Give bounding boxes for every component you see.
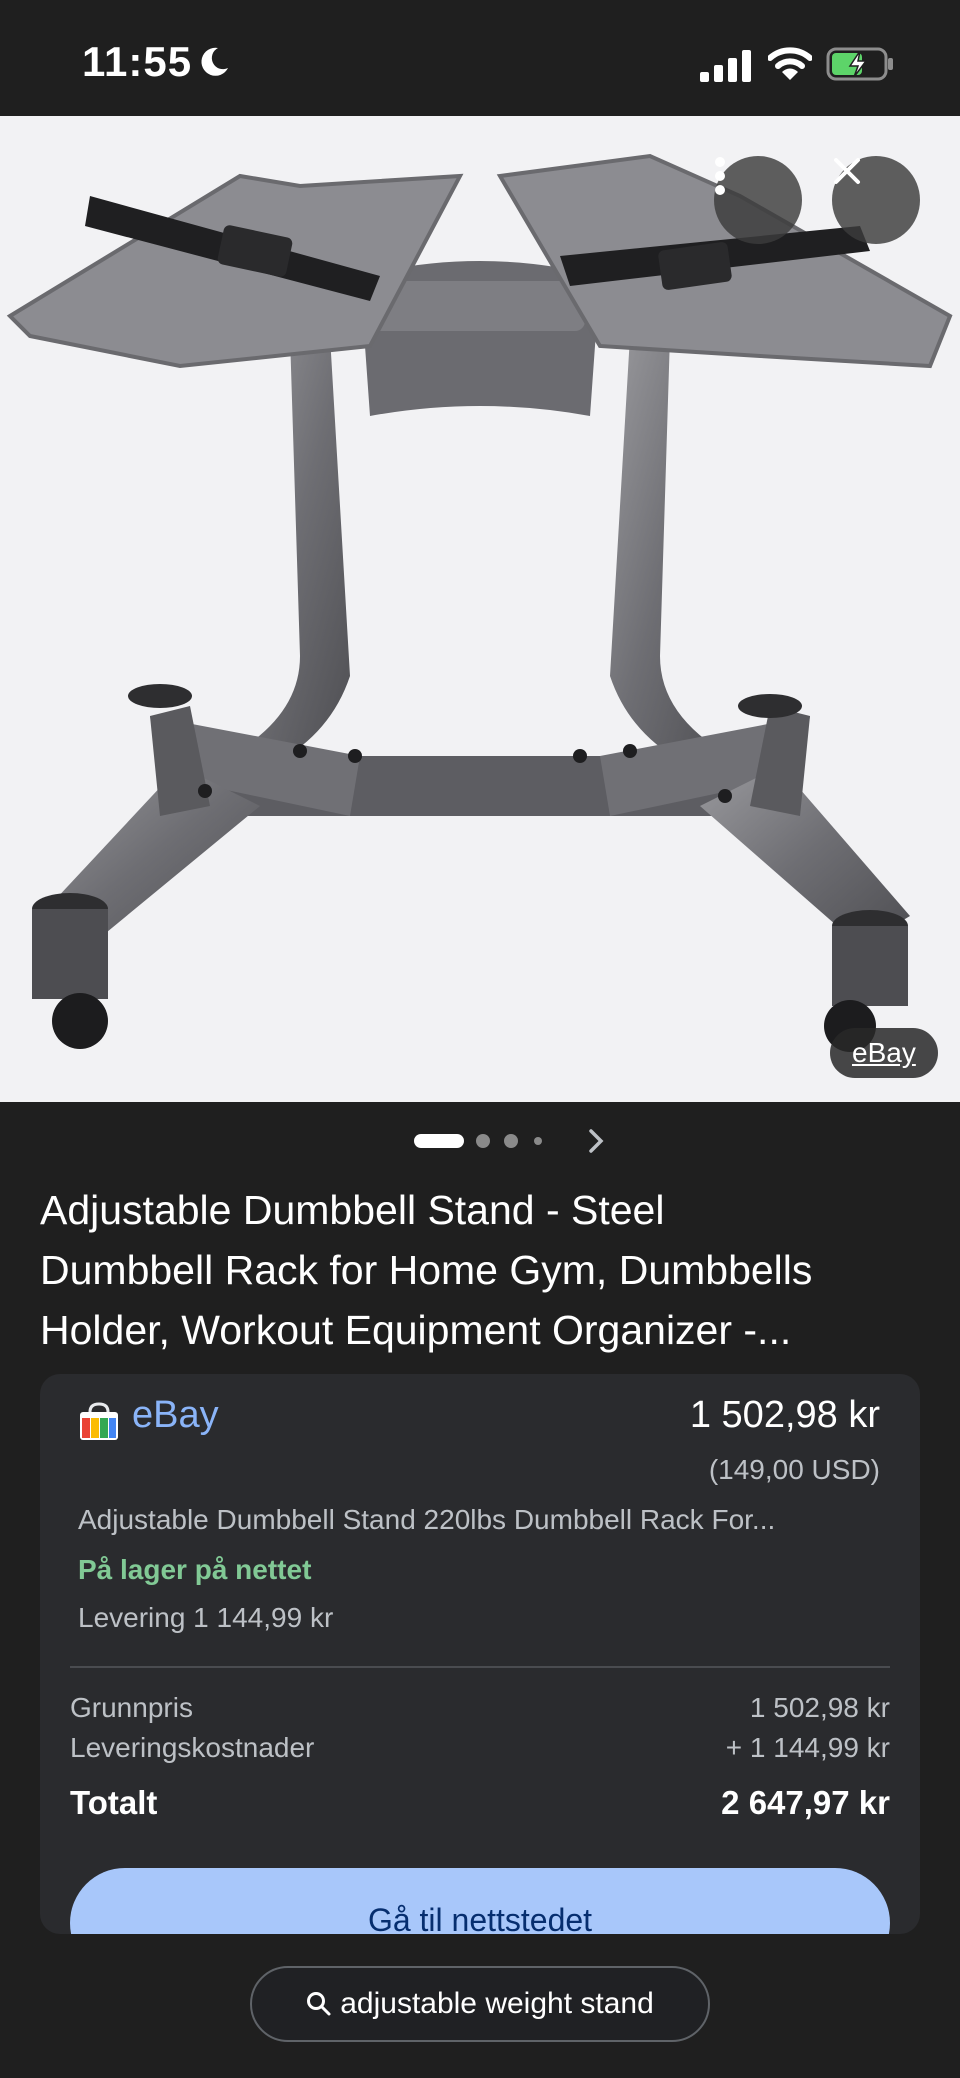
search-query-text: adjustable weight stand xyxy=(340,1987,654,2020)
shipping-cost-value: + 1 144,99 kr xyxy=(725,1732,890,1763)
wifi-icon xyxy=(768,47,812,80)
stock-status: På lager på nettet xyxy=(78,1554,312,1585)
total-label: Totalt xyxy=(70,1784,158,1821)
go-to-site-button[interactable]: Gå til nettstedet xyxy=(70,1868,890,1934)
delivery-cost: Levering 1 144,99 kr xyxy=(78,1602,334,1633)
cellular-signal-icon xyxy=(700,50,751,82)
offer-description: Adjustable Dumbbell Stand 220lbs Dumbbel… xyxy=(78,1504,776,1535)
image-source-link[interactable]: eBay xyxy=(830,1028,938,1078)
carousel-dot-active[interactable] xyxy=(414,1134,464,1148)
more-options-button[interactable] xyxy=(714,156,802,244)
bottom-bar: adjustable weight stand xyxy=(0,1934,960,2078)
carousel-indicator xyxy=(0,1102,960,1178)
close-button[interactable] xyxy=(832,156,920,244)
product-image[interactable]: eBay xyxy=(0,116,960,1102)
offer-price-usd: (149,00 USD) xyxy=(708,1454,880,1485)
base-price-value: 1 502,98 kr xyxy=(749,1692,890,1723)
status-time: 11:55 xyxy=(82,38,193,85)
product-title-line: Holder, Workout Equipment Organizer -... xyxy=(40,1307,792,1353)
carousel-dot[interactable] xyxy=(534,1137,542,1145)
search-query-chip[interactable]: adjustable weight stand xyxy=(250,1966,710,2042)
battery-charging-icon xyxy=(826,47,893,81)
carousel-dot[interactable] xyxy=(476,1134,490,1148)
product-title-line: Dumbbell Rack for Home Gym, Dumbbells xyxy=(40,1247,813,1293)
offer-price: 1 502,98 kr xyxy=(689,1394,880,1436)
chevron-right-icon[interactable] xyxy=(586,1128,606,1154)
shipping-cost-label: Leveringskostnader xyxy=(70,1732,315,1763)
product-title: Adjustable Dumbbell Stand - Steel Dumbbe… xyxy=(40,1180,930,1360)
search-icon xyxy=(307,1992,331,2016)
base-price-label: Grunnpris xyxy=(70,1692,193,1723)
dumbbell-stand-illustration xyxy=(6,153,953,1052)
close-icon xyxy=(834,158,860,184)
carousel-dot[interactable] xyxy=(504,1134,518,1148)
total-value: 2 647,97 kr xyxy=(721,1784,890,1821)
status-bar: 11:55 xyxy=(0,0,960,116)
store-name-link[interactable]: eBay xyxy=(132,1394,219,1437)
product-title-line: Adjustable Dumbbell Stand - Steel xyxy=(40,1187,665,1233)
divider xyxy=(70,1666,890,1668)
moon-icon xyxy=(201,47,228,76)
offer-card[interactable]: eBay 1 502,98 kr (149,00 USD) Adjustable… xyxy=(40,1374,920,1934)
more-vert-icon xyxy=(715,157,725,195)
shopping-bag-icon xyxy=(80,1402,118,1440)
